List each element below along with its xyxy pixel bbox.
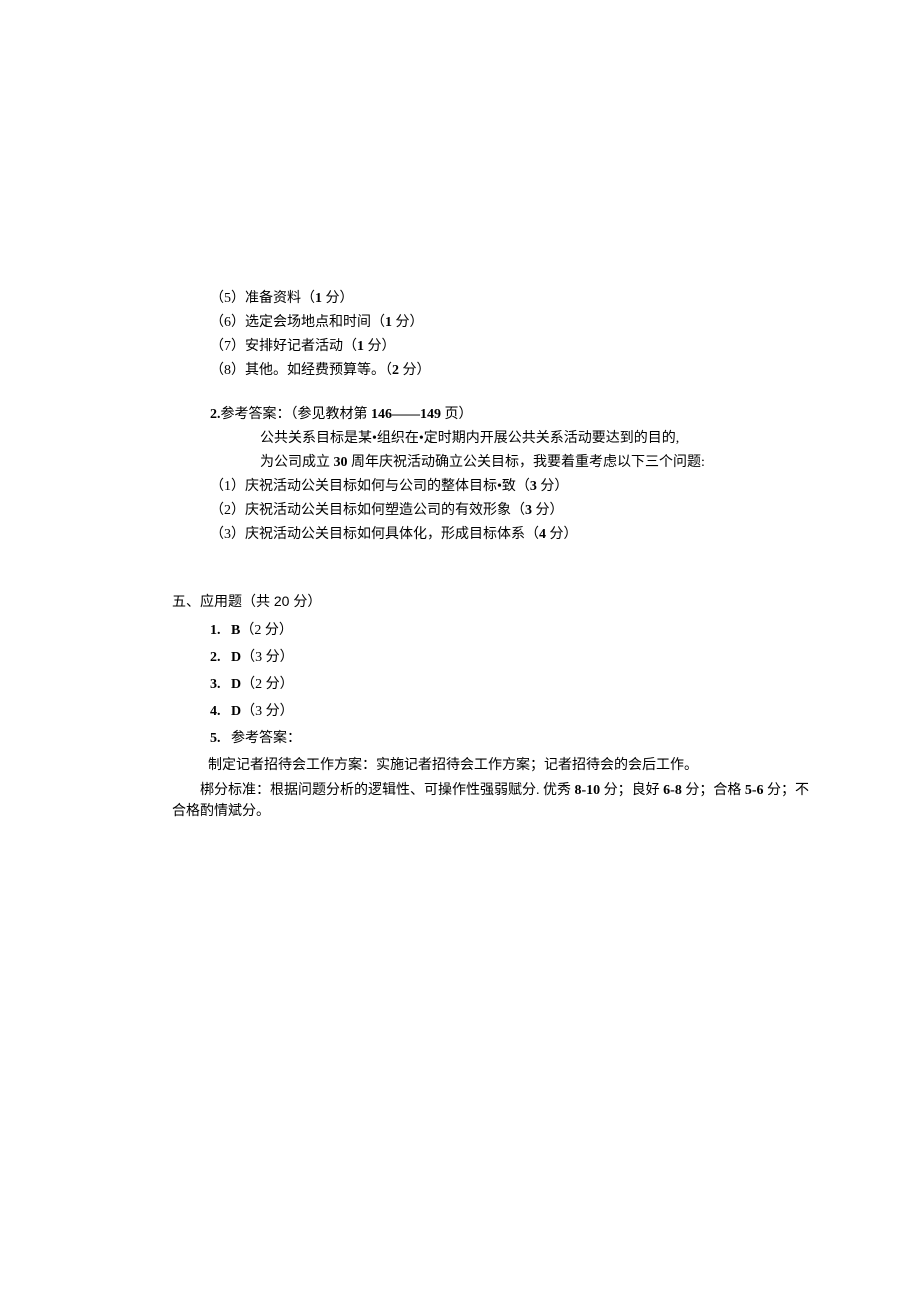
list-item: （1）庆祝活动公关目标如何与公司的整体目标•致（3 分）: [172, 476, 820, 497]
section-title: 五、应用题（共 20 分）: [172, 591, 820, 612]
text-mid: 分；良好: [600, 783, 663, 798]
item-score: 2: [392, 363, 399, 378]
answer-text: 制定记者招待会工作方案：实施记者招待会工作方案；记者招待会的会后工作。: [172, 755, 820, 776]
text-mid: 分；合格: [682, 783, 745, 798]
item-num: （1）: [210, 479, 245, 494]
list-item: （7）安排好记者活动（1 分）: [172, 336, 820, 357]
letter: D: [231, 704, 241, 719]
num: 1.: [210, 623, 221, 638]
item-suffix: 分）: [537, 479, 569, 494]
paragraph-line: 公共关系目标是某•组织在•定时期内开展公共关系活动要达到的目的,: [172, 428, 820, 449]
item-score: 1: [357, 339, 364, 354]
item-num: （5）: [210, 291, 245, 306]
score-range: 8-10: [575, 783, 601, 798]
list-item: （8）其他。如经费预算等。（2 分）: [172, 360, 820, 381]
text: 公共关系目标是某•组织在•定时期内开展公共关系活动要达到的目的,: [260, 431, 679, 446]
item-suffix: 分）: [546, 527, 578, 542]
item-suffix: 分）: [532, 503, 564, 518]
score: （3 分）: [241, 650, 294, 665]
item-num: （7）: [210, 339, 245, 354]
paragraph-head: 2.参考答案：（参见教材第 146——149 页）: [172, 404, 820, 425]
num: 2.: [210, 407, 221, 422]
paragraph-line: 为公司成立 30 周年庆祝活动确立公关目标，我要着重考虑以下三个问题:: [172, 452, 820, 473]
suffix: 页）: [441, 407, 473, 422]
num: 4.: [210, 704, 221, 719]
num: 5.: [210, 731, 221, 746]
item-text: 其他。如经费预算等。（: [245, 363, 392, 378]
item-text: 选定会场地点和时间（: [245, 315, 385, 330]
app-item: 4. D（3 分）: [172, 701, 820, 722]
letter: D: [231, 650, 241, 665]
item-num: （6）: [210, 315, 245, 330]
item-num: （3）: [210, 527, 245, 542]
text-suf: 周年庆祝活动确立公关目标，我要着重考虑以下三个问题:: [348, 455, 705, 470]
score-range: 6-8: [663, 783, 682, 798]
text: 参考答案：（参见教材第: [221, 407, 372, 422]
item-text: 庆祝活动公关目标如何具体化，形成目标体系（: [245, 527, 539, 542]
list-item: （2）庆祝活动公关目标如何塑造公司的有效形象（3 分）: [172, 500, 820, 521]
num: 3.: [210, 677, 221, 692]
item-text: 安排好记者活动（: [245, 339, 357, 354]
item-text: 准备资料（: [245, 291, 315, 306]
item-num: （8）: [210, 363, 245, 378]
item-score: 3: [530, 479, 537, 494]
app-item: 1. B（2 分）: [172, 620, 820, 641]
list-item: （3）庆祝活动公关目标如何具体化，形成目标体系（4 分）: [172, 524, 820, 545]
app-item: 3. D（2 分）: [172, 674, 820, 695]
item-score: 1: [385, 315, 392, 330]
score: （2 分）: [240, 623, 293, 638]
score: （3 分）: [241, 704, 294, 719]
item-score: 4: [539, 527, 546, 542]
letter: B: [231, 623, 240, 638]
num: 2.: [210, 650, 221, 665]
list-item: （6）选定会场地点和时间（1 分）: [172, 312, 820, 333]
item-text: 庆祝活动公关目标如何与公司的整体目标•致（: [245, 479, 530, 494]
item-suffix: 分）: [392, 315, 424, 330]
text-pre: 为公司成立: [260, 455, 334, 470]
item-score: 1: [315, 291, 322, 306]
answer-text: 梆分标准：根据问题分析的逻辑性、可操作性强弱赋分. 优秀 8-10 分；良好 6…: [172, 780, 820, 822]
item-suffix: 分）: [364, 339, 396, 354]
item-score: 3: [525, 503, 532, 518]
app-item: 5. 参考答案：: [172, 728, 820, 749]
letter: D: [231, 677, 241, 692]
item-suffix: 分）: [322, 291, 354, 306]
title-text: 五、应用题（共 20 分）: [172, 593, 321, 609]
page-ref: 146——149: [371, 407, 441, 422]
app-item: 2. D（3 分）: [172, 647, 820, 668]
text-pre: 梆分标准：根据问题分析的逻辑性、可操作性强弱赋分. 优秀: [200, 783, 575, 798]
item-suffix: 分）: [399, 363, 431, 378]
item-num: （2）: [210, 503, 245, 518]
score-range: 5-6: [745, 783, 764, 798]
list-item: （5）准备资料（1 分）: [172, 288, 820, 309]
score: （2 分）: [241, 677, 294, 692]
num: 30: [334, 455, 348, 470]
text: 制定记者招待会工作方案：实施记者招待会工作方案；记者招待会的会后工作。: [208, 758, 698, 773]
text: 参考答案：: [231, 731, 301, 746]
item-text: 庆祝活动公关目标如何塑造公司的有效形象（: [245, 503, 525, 518]
